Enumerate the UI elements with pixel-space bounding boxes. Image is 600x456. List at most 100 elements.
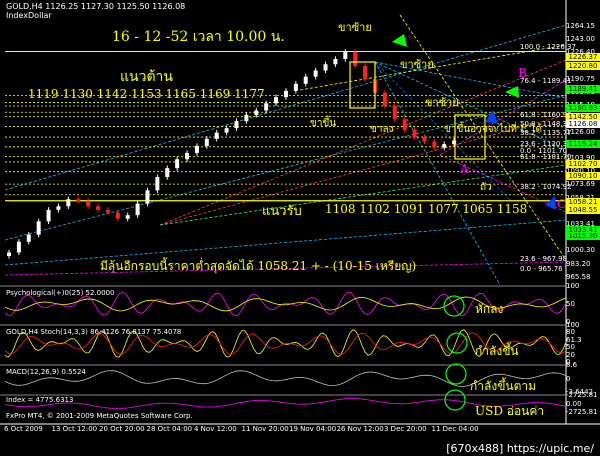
- candle-body: [224, 128, 229, 133]
- support-label: แนวรับ: [262, 204, 302, 219]
- indicator-note-down: หักลง: [475, 302, 504, 316]
- indicator-tick-label: -2725.81: [566, 391, 598, 399]
- candle-body: [155, 177, 160, 191]
- time-tick-label: 6 Oct 2009: [4, 425, 43, 433]
- sell-label-2: ขาซ้าย: [400, 58, 434, 71]
- indicator-tick-label: -2725.81: [566, 408, 598, 416]
- time-tick-label: 26 Nov 12:00: [336, 425, 384, 433]
- indicator-tick-label: 8.6: [566, 361, 578, 369]
- indicator-label: Psychological(+)0(25) 52.0000: [6, 289, 115, 297]
- chart-window: GOLD,H4 1126.25 1127.30 1125.50 1126.08 …: [0, 0, 600, 456]
- point-c-label: C: [557, 197, 567, 211]
- candle-body: [204, 138, 209, 146]
- candle-body: [105, 209, 110, 213]
- candle-body: [363, 66, 368, 80]
- fib-label: 38.2 - 1135.77: [520, 129, 572, 137]
- resistance-levels: 1119 1130 1142 1153 1165 1169 1177: [28, 87, 265, 101]
- candle-body: [194, 145, 199, 154]
- candle-body: [412, 129, 417, 138]
- candle-body: [234, 121, 239, 129]
- date-title: 16 - 12 -52 เวลา 10.00 น.: [112, 29, 285, 45]
- candle-body: [254, 110, 259, 115]
- time-tick-label: 20 Oct 20:00: [99, 425, 145, 433]
- candle-body: [165, 168, 170, 178]
- price-tag: 1220.80: [566, 62, 600, 70]
- fib-label: 61.8 - 1101.70: [520, 153, 572, 161]
- candle-body: [442, 144, 447, 148]
- price-tick-label: 1264.15: [566, 22, 595, 30]
- fib-label: 23.6 - 967.98: [520, 255, 568, 263]
- price-tick-label: 1243.00: [566, 35, 595, 44]
- projected-low-note: มีลุ้นอีกรอบนี้ราคาต่ำสุดจัดได้ 1058.21 …: [100, 259, 417, 273]
- fib-label: 61.8 - 1160.93: [520, 111, 572, 119]
- candle-body: [303, 76, 308, 84]
- fib-label: 76.4 - 1189.41: [520, 77, 572, 85]
- candle-body: [16, 241, 21, 253]
- fib-label: 38.2 - 1074.92: [520, 183, 572, 191]
- wave-mark-label: ถัว: [480, 182, 492, 193]
- price-tag: 1090.10: [566, 172, 600, 180]
- candle-body: [115, 212, 120, 219]
- indicator-note-follow: กำลังขึ้นตาม: [470, 379, 537, 393]
- copyright-footer: FxPro MT4, © 2001-2009 MetaQuotes Softwa…: [6, 412, 193, 420]
- candle-body: [125, 215, 130, 219]
- price-tick-label: 1073.69: [566, 180, 595, 189]
- candle-body: [353, 51, 358, 67]
- candle-body: [86, 200, 91, 207]
- candle-body: [135, 203, 140, 216]
- price-tag: 1226.37: [566, 53, 600, 61]
- indicator-note-usd: USD อ่อนค่า: [475, 404, 545, 418]
- candle-body: [46, 209, 51, 222]
- wave-label-up: ขาขึ้น: [310, 118, 337, 129]
- price-tick-label: 1000.30: [566, 246, 595, 255]
- support-levels: 1108 1102 1091 1077 1065 1158: [325, 202, 528, 216]
- candle-body: [274, 97, 279, 104]
- point-a-label: A: [460, 162, 469, 176]
- candle-body: [432, 141, 437, 148]
- wave-label-down: ขาลง: [370, 124, 394, 135]
- time-tick-label: 28 Oct 04:00: [146, 425, 193, 433]
- price-tag: 1015.30: [566, 232, 600, 240]
- candle-body: [36, 221, 41, 235]
- price-tick-label: 965.58: [566, 272, 591, 281]
- candle-body: [244, 114, 249, 122]
- indicator-label: Index = 4775.6313: [6, 396, 74, 404]
- time-tick-label: 4 Nov 12:00: [194, 425, 237, 433]
- price-tag: 1058.21: [566, 198, 600, 206]
- candle-body: [293, 83, 298, 91]
- price-tick-label: 983.20: [566, 259, 591, 268]
- candle-body: [392, 106, 397, 120]
- price-tag: 1102.70: [566, 160, 600, 168]
- indicator-name: IndexDollar: [6, 11, 52, 20]
- candle-body: [264, 103, 269, 111]
- candle-body: [333, 58, 338, 65]
- candle-body: [145, 190, 150, 204]
- price-tag: 1160.93: [566, 104, 600, 112]
- indicator-tick-label: 0.00: [566, 399, 582, 408]
- time-tick-label: 3 Dec 20:00: [384, 425, 427, 433]
- indicator-label: MACD(12,26,9) 0.5524: [6, 368, 86, 376]
- candle-body: [283, 90, 288, 98]
- price-tag: 1115.24: [566, 140, 600, 148]
- price-tick-label: 1126.00: [566, 127, 595, 136]
- candle-body: [382, 92, 387, 107]
- sell-label-3: ขาซ้าย: [425, 96, 459, 109]
- candle-body: [76, 199, 81, 201]
- indicator-label: GOLD,H4 Stoch(14,3,3) 86.4126 76.8137 75…: [6, 328, 182, 336]
- candle-body: [402, 119, 407, 130]
- indicator-tick-label: 50: [566, 300, 575, 308]
- candle-body: [343, 51, 348, 59]
- candle-body: [26, 234, 31, 242]
- candle-body: [313, 70, 318, 77]
- symbol-header: GOLD,H4 1126.25 1127.30 1125.50 1126.08: [6, 2, 186, 11]
- time-tick-label: 11 Nov 20:00: [241, 425, 289, 433]
- candle-body: [422, 137, 427, 142]
- candle-body: [66, 199, 71, 207]
- candle-body: [175, 159, 180, 169]
- time-tick-label: 13 Oct 12:00: [51, 425, 98, 433]
- fib-label: 0.0 - 965.76: [520, 265, 563, 273]
- indicator-tick-label: 0: [566, 374, 571, 383]
- candle-body: [7, 252, 11, 257]
- price-tag: 1189.41: [566, 85, 600, 93]
- watermark: [670x488] https://upic.me/: [444, 442, 596, 455]
